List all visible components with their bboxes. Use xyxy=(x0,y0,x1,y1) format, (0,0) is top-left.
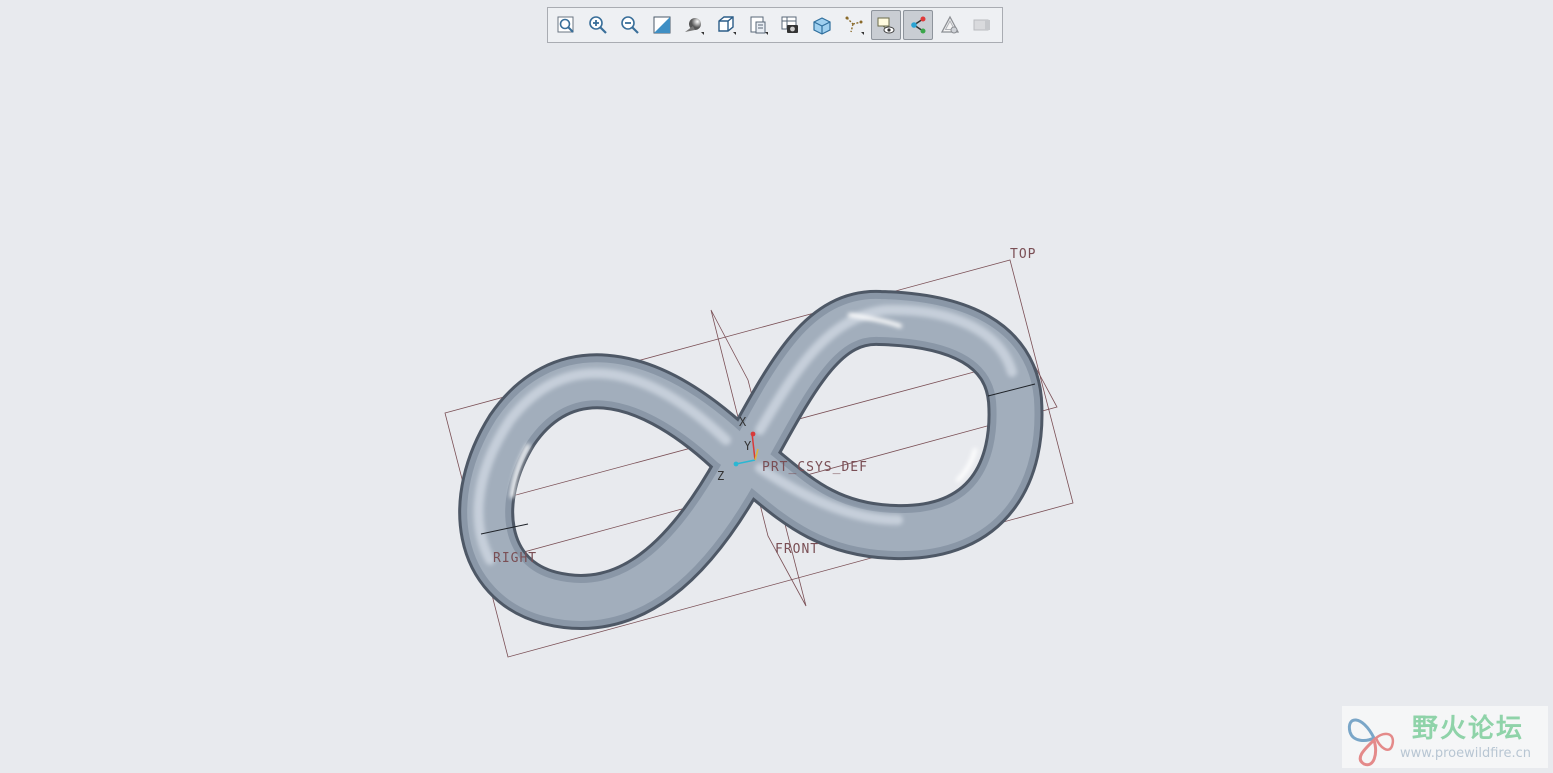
csys-x-label: X xyxy=(739,415,747,429)
csys-name-label: PRT_CSYS_DEF xyxy=(762,460,868,475)
csys-z-label: Z xyxy=(717,469,724,483)
csys-y-label: Y xyxy=(744,439,752,453)
graphics-viewport[interactable]: X Y Z PRT_CSYS_DEF TOP RIGHT FRONT xyxy=(0,0,1553,773)
watermark-url: www.proewildfire.cn xyxy=(1400,746,1531,761)
front-plane-label: FRONT xyxy=(775,542,819,557)
butterfly-logo xyxy=(1347,718,1395,767)
top-plane-label: TOP xyxy=(1010,247,1036,262)
watermark-title: 野火论坛 xyxy=(1412,714,1525,744)
forum-watermark: 野火论坛 www.proewildfire.cn xyxy=(1342,706,1548,768)
right-plane-label: RIGHT xyxy=(493,551,537,566)
